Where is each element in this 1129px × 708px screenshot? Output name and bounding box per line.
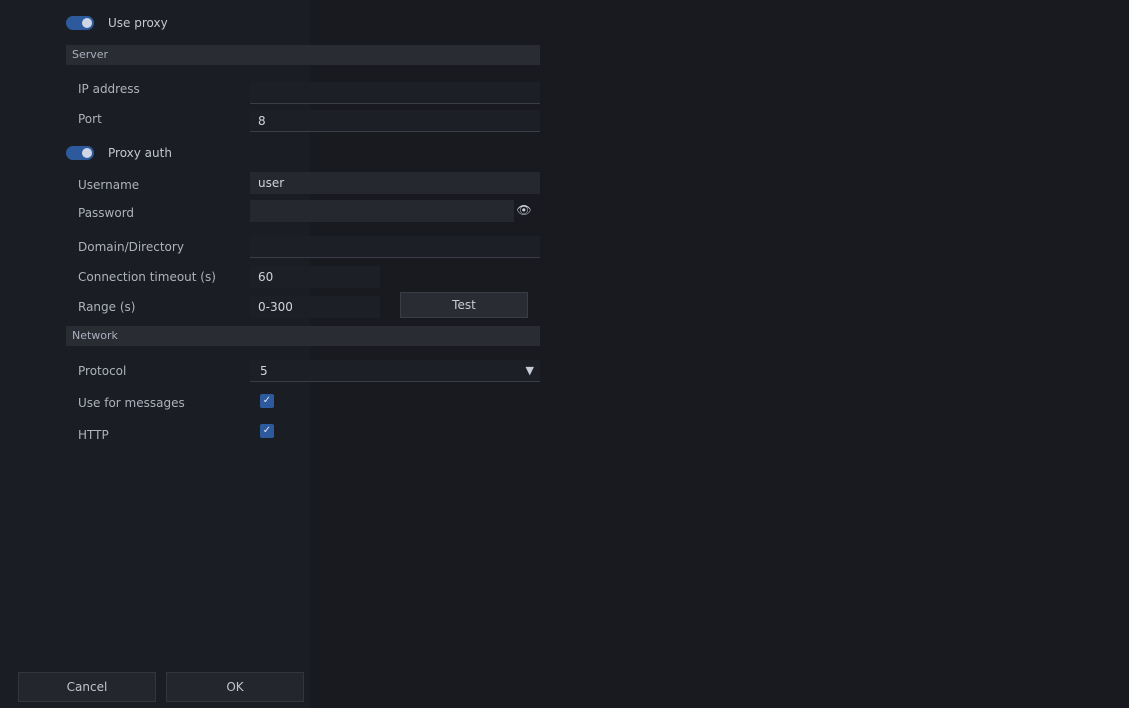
password-input[interactable] — [250, 200, 514, 222]
protocol-select[interactable]: 5 ▼ — [250, 360, 540, 382]
ok-button[interactable]: OK — [166, 672, 304, 702]
settings-panel — [0, 0, 310, 708]
proxy-toggle-label: Use proxy — [108, 16, 168, 30]
port-input[interactable] — [250, 110, 540, 132]
toggle-knob — [82, 148, 92, 158]
use-for-messages-checkbox[interactable]: ✓ — [260, 394, 274, 408]
protocol-value: 5 — [260, 364, 268, 378]
auth-toggle-label: Proxy auth — [108, 146, 172, 160]
range-input[interactable] — [250, 296, 380, 318]
range-label: Range (s) — [78, 300, 136, 314]
chevron-down-icon: ▼ — [525, 364, 534, 377]
auth-toggle-row[interactable]: Proxy auth — [66, 146, 172, 160]
cancel-button[interactable]: Cancel — [18, 672, 156, 702]
password-label: Password — [78, 206, 135, 220]
ip-address-label: IP address — [78, 82, 140, 96]
username-label: Username — [78, 178, 140, 192]
port-label: Port — [78, 112, 102, 126]
show-password-icon[interactable]: 👁 — [516, 204, 532, 216]
section-network: Network — [66, 326, 540, 346]
username-input[interactable] — [250, 172, 540, 194]
use-for-messages-label: Use for messages — [78, 396, 185, 410]
section-server: Server — [66, 45, 540, 65]
http-label: HTTP — [78, 428, 109, 442]
http-checkbox[interactable]: ✓ — [260, 424, 274, 438]
conn-timeout-label: Connection timeout (s) — [78, 270, 216, 284]
ip-address-input[interactable] — [250, 82, 540, 104]
conn-timeout-input[interactable] — [250, 266, 380, 288]
protocol-label: Protocol — [78, 364, 127, 378]
proxy-toggle[interactable] — [66, 16, 94, 30]
domain-input[interactable] — [250, 236, 540, 258]
test-button[interactable]: Test — [400, 292, 528, 318]
proxy-toggle-row[interactable]: Use proxy — [66, 16, 168, 30]
toggle-knob — [82, 18, 92, 28]
domain-label: Domain/Directory — [78, 240, 184, 254]
auth-toggle[interactable] — [66, 146, 94, 160]
